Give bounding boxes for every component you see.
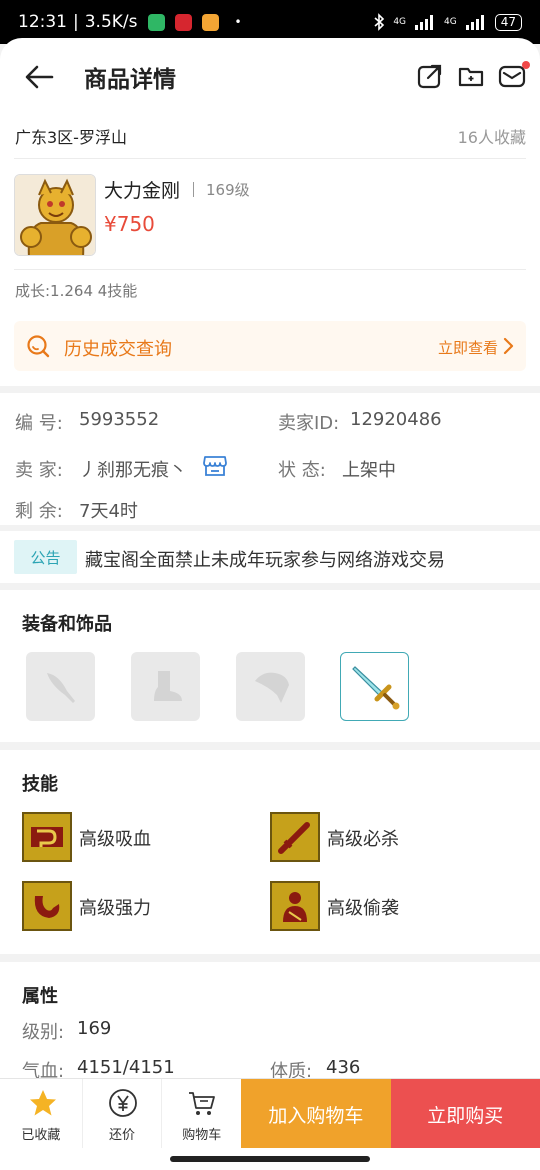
- skill-label: 高级必杀: [327, 829, 399, 850]
- notice-text: 藏宝阁全面禁止未成年玩家参与网络游戏交易: [85, 550, 445, 571]
- star-icon: [30, 1090, 56, 1116]
- skill-item[interactable]: 高级吸血: [22, 812, 252, 864]
- status-speed: 3.5K/s: [84, 12, 138, 32]
- yen-icon: [108, 1089, 137, 1117]
- sword-icon: [351, 665, 399, 709]
- cart-label: 购物车: [182, 1128, 222, 1143]
- red-app-icon: [174, 13, 192, 31]
- skill-label: 高级吸血: [79, 829, 151, 850]
- status-separator: |: [73, 12, 79, 32]
- skills-section: 技能 高级吸血 高级必杀 高级强力 高级偷袭: [0, 750, 540, 954]
- buy-now-button[interactable]: 立即购买: [390, 1079, 540, 1149]
- sneak-attack-skill-icon: [270, 881, 320, 931]
- bottom-action-bar: 已收藏 还价 购物车 加入购物车 立即购买: [0, 1078, 540, 1149]
- product-card: 广东3区-罗浮山 16人收藏 大力金刚 169级 ¥750 成长:1.264 4…: [0, 116, 540, 386]
- battery-indicator: 47: [494, 13, 522, 31]
- weapon-slot-icon: [46, 672, 75, 703]
- seller-label: 卖 家:: [15, 460, 63, 481]
- chevron-right-icon: [503, 337, 514, 355]
- network-label-2: 4G: [444, 17, 457, 27]
- divider: [14, 269, 526, 270]
- listing-info: 编 号: 5993552 卖家ID: 12920486 卖 家: 丿刹那无痕丶 …: [0, 393, 540, 525]
- page-title: 商品详情: [84, 67, 176, 93]
- system-nav-bar: [0, 1148, 540, 1170]
- skill-item[interactable]: 高级必杀: [270, 812, 500, 864]
- name-divider: [193, 182, 194, 197]
- skills-title: 技能: [22, 774, 58, 795]
- pet-price: ¥750: [104, 212, 155, 236]
- history-query-banner[interactable]: 历史成交查询 立即查看: [14, 321, 526, 371]
- strength-skill-icon: [22, 881, 72, 931]
- history-query-label: 历史成交查询: [64, 339, 172, 360]
- folder-icon[interactable]: [457, 62, 485, 90]
- search-icon: [27, 335, 50, 358]
- notice-bar: 公告 藏宝阁全面禁止未成年玩家参与网络游戏交易: [0, 531, 540, 583]
- server-name: 广东3区-罗浮山: [15, 128, 127, 147]
- network-label-1: 4G: [393, 17, 407, 27]
- skill-label: 高级强力: [79, 898, 151, 919]
- status-value: 上架中: [342, 460, 396, 481]
- add-to-cart-button[interactable]: 加入购物车: [241, 1079, 391, 1149]
- shopping-cart-icon: [189, 1092, 216, 1115]
- status-label: 状 态:: [278, 460, 326, 481]
- weapon-slot[interactable]: [26, 652, 95, 721]
- favorite-count: 16人收藏: [457, 128, 526, 147]
- hp-value: 4151/4151: [77, 1057, 175, 1078]
- armor-slot[interactable]: [236, 652, 305, 721]
- growth-info: 成长:1.264 4技能: [15, 282, 138, 300]
- page-header: 商品详情: [0, 38, 540, 116]
- skill-item[interactable]: 高级偷袭: [270, 881, 500, 933]
- signal-icon-2: [465, 15, 484, 30]
- favorite-label: 已收藏: [21, 1128, 61, 1143]
- bargain-label: 还价: [109, 1128, 136, 1143]
- id-label: 编 号:: [15, 413, 63, 434]
- orange-app-icon: [201, 13, 219, 31]
- attributes-title: 属性: [22, 986, 58, 1007]
- seller-id-label: 卖家ID:: [278, 413, 340, 434]
- boots-slot-icon: [153, 670, 182, 701]
- pet-avatar[interactable]: [14, 174, 96, 256]
- critical-skill-icon: [270, 812, 320, 862]
- divider: [14, 158, 526, 159]
- armor-slot-icon: [254, 672, 289, 703]
- notification-dot: [522, 61, 530, 69]
- pet-level: 169级: [206, 181, 250, 199]
- history-view-link[interactable]: 立即查看: [438, 337, 498, 358]
- notice-tag: 公告: [14, 540, 77, 574]
- pet-name: 大力金刚: [104, 180, 181, 202]
- cart-button[interactable]: 购物车: [161, 1079, 241, 1149]
- bargain-button[interactable]: 还价: [81, 1079, 162, 1149]
- equipment-section: 装备和饰品: [0, 590, 540, 742]
- home-indicator[interactable]: [170, 1156, 370, 1162]
- attributes-section: 属性 级别: 169 气血: 4151/4151 体质: 436: [0, 962, 540, 1092]
- seller-id-value: 12920486: [350, 409, 442, 430]
- boots-slot[interactable]: [131, 652, 200, 721]
- seller-name: 丿刹那无痕丶: [79, 460, 187, 481]
- level-label: 级别:: [22, 1022, 65, 1043]
- remaining-value: 7天4时: [79, 501, 138, 522]
- sword-slot[interactable]: [340, 652, 409, 721]
- remaining-label: 剩 余:: [15, 501, 63, 522]
- level-value: 169: [77, 1018, 112, 1039]
- signal-icon: [415, 15, 434, 30]
- skill-label: 高级偷袭: [327, 898, 399, 919]
- bluetooth-icon: [374, 13, 385, 31]
- shield-app-icon: [147, 13, 165, 31]
- id-value: 5993552: [79, 409, 160, 430]
- shop-icon[interactable]: [202, 454, 228, 478]
- favorite-button[interactable]: 已收藏: [0, 1079, 82, 1149]
- arrow-left-icon[interactable]: [22, 60, 56, 94]
- skill-item[interactable]: 高级强力: [22, 881, 252, 933]
- equipment-title: 装备和饰品: [22, 614, 112, 635]
- pet-portrait-icon: [15, 175, 95, 255]
- lifesteal-skill-icon: [22, 812, 72, 862]
- status-time: 12:31: [18, 12, 67, 32]
- status-dot: •: [234, 15, 242, 29]
- share-icon[interactable]: [416, 62, 444, 90]
- constitution-value: 436: [326, 1057, 361, 1078]
